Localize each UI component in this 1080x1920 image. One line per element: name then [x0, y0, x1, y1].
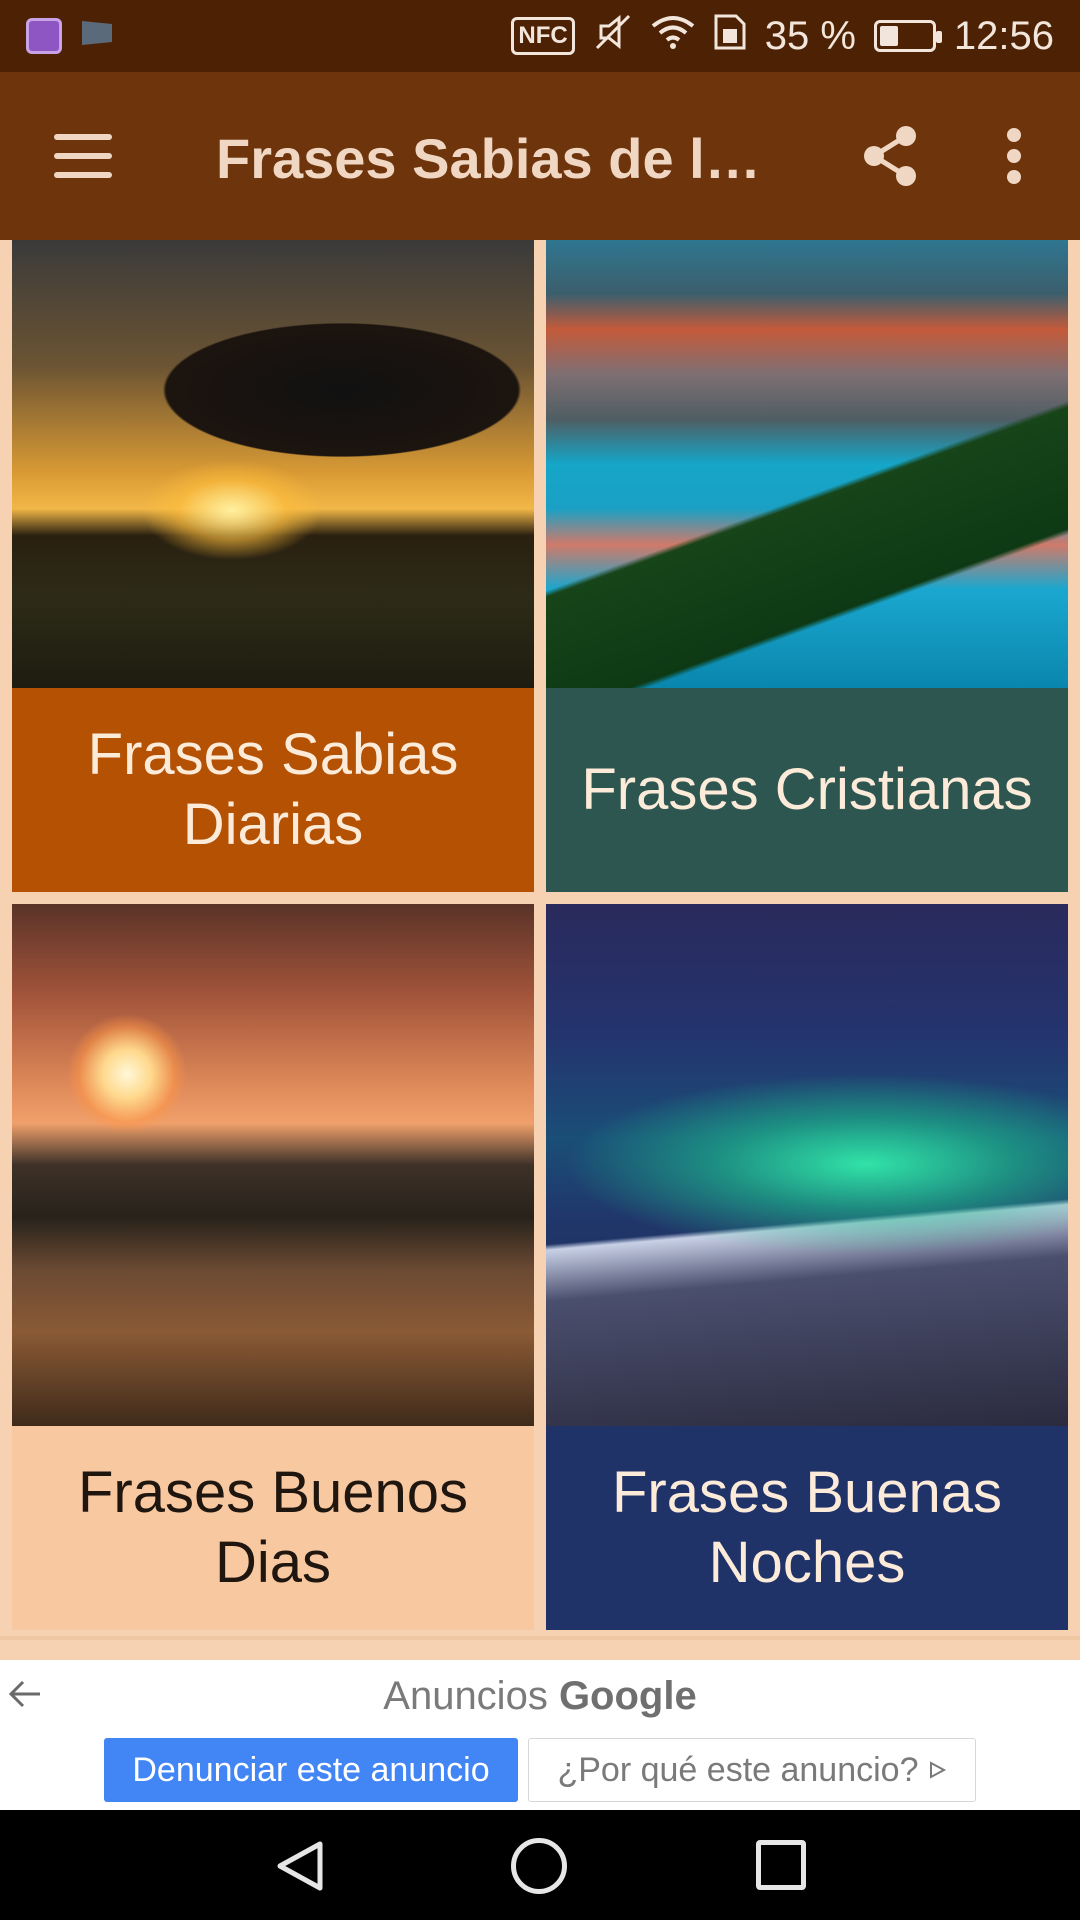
report-ad-button[interactable]: Denunciar este anuncio: [104, 1738, 518, 1802]
ad-header: Anuncios Google: [0, 1674, 1080, 1719]
app-bar: Frases Sabias de la…: [0, 72, 1080, 240]
sunrise-hill-image: [12, 904, 534, 1426]
app-title: Frases Sabias de la…: [216, 127, 776, 190]
wifi-icon: [651, 14, 695, 59]
why-this-ad-button[interactable]: ¿Por qué este anuncio?: [528, 1738, 976, 1802]
ad-header-prefix: Anuncios: [383, 1674, 559, 1718]
card-label: Frases Cristianas: [546, 688, 1068, 892]
card-label: Frases Buenas Noches: [546, 1426, 1068, 1630]
navigation-bar: [0, 1810, 1080, 1920]
mute-icon: [593, 12, 633, 61]
ad-banner: Anuncios Google Denunciar este anuncio ¿…: [0, 1660, 1080, 1810]
category-card-cristianas[interactable]: Frases Cristianas: [546, 240, 1068, 892]
category-card-buenas-noches[interactable]: Frases Buenas Noches: [546, 904, 1068, 1630]
card-label: Frases Buenos Dias: [12, 1426, 534, 1630]
share-icon[interactable]: [860, 124, 920, 188]
adchoices-icon: [929, 1761, 946, 1779]
divider: [0, 1636, 1080, 1640]
app-screen: NFC 35 % 12:56 Frases Sabias de la… Fras…: [0, 0, 1080, 1920]
why-this-ad-label: ¿Por qué este anuncio?: [557, 1750, 919, 1789]
mountain-lake-image: [546, 240, 1068, 688]
battery-icon: [873, 20, 942, 52]
status-bar: NFC 35 % 12:56: [0, 0, 1080, 72]
category-card-buenos-dias[interactable]: Frases Buenos Dias: [12, 904, 534, 1630]
menu-icon[interactable]: [54, 134, 112, 178]
recents-icon[interactable]: [756, 1840, 806, 1890]
home-icon[interactable]: [511, 1838, 567, 1894]
aurora-mountain-image: [546, 904, 1068, 1426]
more-vert-icon[interactable]: [1006, 128, 1022, 184]
card-label: Frases Sabias Diarias: [12, 688, 534, 892]
battery-percent: 35 %: [764, 13, 856, 58]
flag-notification-icon: [82, 21, 112, 45]
nfc-icon: NFC: [511, 17, 575, 55]
sunset-field-image: [12, 240, 534, 688]
google-logo-text: Google: [558, 1674, 697, 1718]
app-notification-icon: [26, 18, 62, 54]
category-card-sabias-diarias[interactable]: Frases Sabias Diarias: [12, 240, 534, 892]
back-icon[interactable]: [272, 1838, 328, 1894]
sim-icon: [713, 13, 747, 60]
battery-level: [879, 26, 898, 46]
clock: 12:56: [953, 13, 1054, 58]
